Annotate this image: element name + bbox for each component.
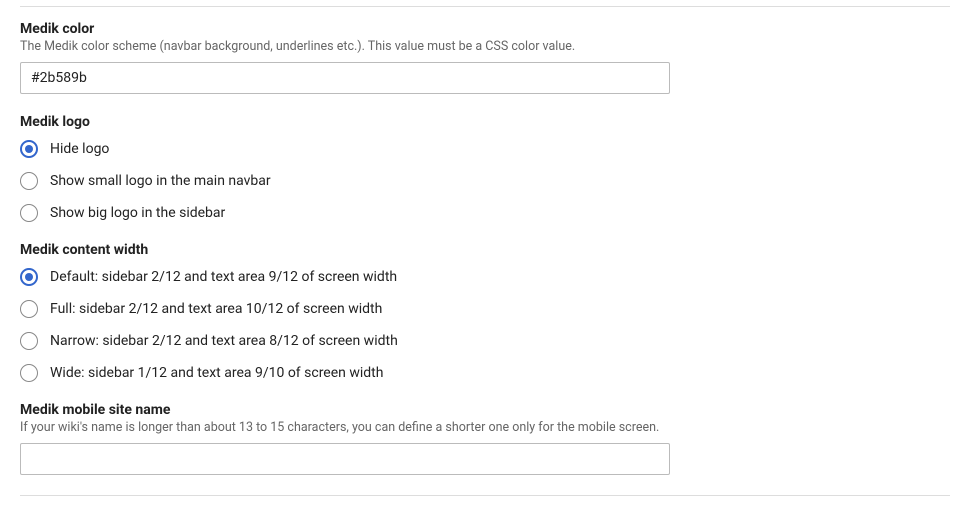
radio-label: Wide: sidebar 1/12 and text area 9/10 of… [50, 365, 383, 381]
radio-icon [20, 172, 38, 190]
medik-logo-options: Hide logo Show small logo in the main na… [20, 140, 950, 222]
radio-icon [20, 140, 38, 158]
radio-label: Narrow: sidebar 2/12 and text area 8/12 … [50, 333, 398, 349]
radio-label: Show big logo in the sidebar [50, 205, 225, 221]
radio-icon [20, 204, 38, 222]
medik-color-label: Medik color [20, 21, 950, 37]
radio-label: Hide logo [50, 141, 109, 157]
radio-show-small-logo[interactable]: Show small logo in the main navbar [20, 172, 950, 190]
medik-mobile-input[interactable] [20, 443, 670, 475]
radio-icon [20, 332, 38, 350]
medik-color-group: Medik color The Medik color scheme (navb… [20, 21, 950, 94]
bottom-divider [20, 495, 950, 496]
radio-icon [20, 300, 38, 318]
medik-width-options: Default: sidebar 2/12 and text area 9/12… [20, 268, 950, 382]
medik-logo-group: Medik logo Hide logo Show small logo in … [20, 114, 950, 222]
radio-hide-logo[interactable]: Hide logo [20, 140, 950, 158]
radio-label: Show small logo in the main navbar [50, 173, 271, 189]
radio-icon [20, 268, 38, 286]
radio-width-default[interactable]: Default: sidebar 2/12 and text area 9/12… [20, 268, 950, 286]
top-divider [20, 6, 950, 7]
radio-show-big-logo[interactable]: Show big logo in the sidebar [20, 204, 950, 222]
medik-logo-label: Medik logo [20, 114, 950, 130]
medik-width-group: Medik content width Default: sidebar 2/1… [20, 242, 950, 382]
medik-width-label: Medik content width [20, 242, 950, 258]
radio-label: Full: sidebar 2/12 and text area 10/12 o… [50, 301, 382, 317]
radio-icon [20, 364, 38, 382]
medik-mobile-group: Medik mobile site name If your wiki's na… [20, 402, 950, 475]
radio-width-narrow[interactable]: Narrow: sidebar 2/12 and text area 8/12 … [20, 332, 950, 350]
radio-width-wide[interactable]: Wide: sidebar 1/12 and text area 9/10 of… [20, 364, 950, 382]
radio-width-full[interactable]: Full: sidebar 2/12 and text area 10/12 o… [20, 300, 950, 318]
medik-color-help: The Medik color scheme (navbar backgroun… [20, 39, 950, 54]
radio-label: Default: sidebar 2/12 and text area 9/12… [50, 269, 397, 285]
medik-mobile-label: Medik mobile site name [20, 402, 950, 418]
medik-color-input[interactable] [20, 62, 670, 94]
medik-mobile-help: If your wiki's name is longer than about… [20, 420, 950, 435]
